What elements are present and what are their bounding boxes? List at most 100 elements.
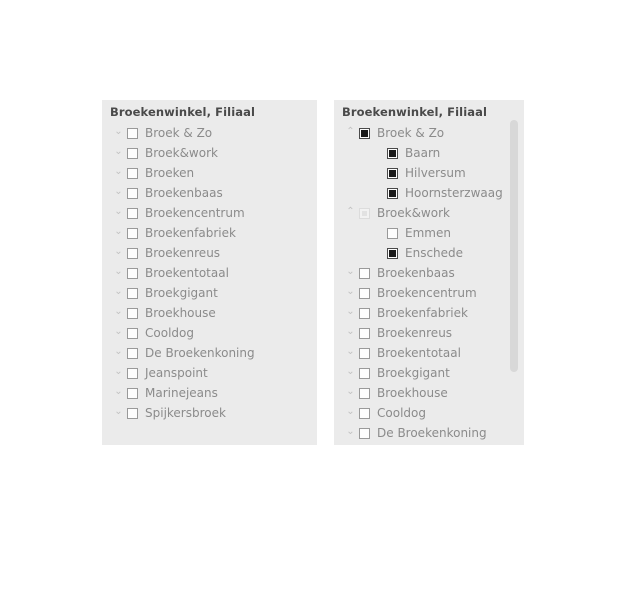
checkbox-de-broekenkoning[interactable] bbox=[127, 347, 138, 359]
checkbox-broek-and-zo[interactable] bbox=[359, 127, 370, 139]
checkbox-broekgigant[interactable] bbox=[359, 367, 370, 379]
checkbox-broekenreus[interactable] bbox=[359, 327, 370, 339]
checkbox-broekenfabriek[interactable] bbox=[127, 227, 138, 239]
chevron-down-icon[interactable]: ⌄ bbox=[110, 267, 127, 277]
tree-node-marinejeans[interactable]: ⌄ Marinejeans bbox=[102, 383, 317, 403]
vertical-scrollbar-track[interactable] bbox=[510, 120, 518, 420]
checkbox-broekhouse[interactable] bbox=[359, 387, 370, 399]
checkbox-jeanspoint[interactable] bbox=[127, 367, 138, 379]
checkbox-broekentotaal[interactable] bbox=[359, 347, 370, 359]
tree-node-broekenreus[interactable]: ⌄ Broekenreus bbox=[102, 243, 317, 263]
checkbox-cooldog[interactable] bbox=[359, 407, 370, 419]
tree-node-de-broekenkoning[interactable]: ⌄ De Broekenkoning bbox=[334, 423, 524, 443]
chevron-down-icon[interactable]: ⌄ bbox=[110, 387, 127, 397]
chevron-down-icon[interactable]: ⌄ bbox=[342, 427, 359, 437]
chevron-down-icon[interactable]: ⌄ bbox=[342, 347, 359, 357]
checkbox-enschede[interactable] bbox=[387, 247, 398, 259]
tree-node-broekenbaas[interactable]: ⌄ Broekenbaas bbox=[102, 183, 317, 203]
chevron-down-icon[interactable]: ⌄ bbox=[110, 127, 127, 137]
checkbox-broekhouse[interactable] bbox=[127, 307, 138, 319]
chevron-down-icon[interactable]: ⌄ bbox=[110, 327, 127, 337]
checkbox-spijkersbroek[interactable] bbox=[127, 407, 138, 419]
checkbox-broekencentrum[interactable] bbox=[127, 207, 138, 219]
tree-node-jeanspoint[interactable]: ⌄ Jeanspoint bbox=[102, 363, 317, 383]
tree-node-broekencentrum[interactable]: ⌄ Broekencentrum bbox=[334, 283, 524, 303]
tree-node-broekenfabriek[interactable]: ⌄ Broekenfabriek bbox=[334, 303, 524, 323]
chevron-down-icon[interactable]: ⌄ bbox=[110, 207, 127, 217]
tree-node-broekentotaal[interactable]: ⌄ Broekentotaal bbox=[334, 343, 524, 363]
checkbox-marinejeans[interactable] bbox=[127, 387, 138, 399]
tree-node-label: Broekentotaal bbox=[145, 266, 229, 280]
chevron-down-icon[interactable]: ⌄ bbox=[342, 327, 359, 337]
chevron-down-icon[interactable]: ⌄ bbox=[110, 367, 127, 377]
tree-node-hilversum[interactable]: Hilversum bbox=[334, 163, 524, 183]
tree-node-broekenbaas[interactable]: ⌄ Broekenbaas bbox=[334, 263, 524, 283]
tree-node-emmen[interactable]: Emmen bbox=[334, 223, 524, 243]
tree-node-label: Broekenreus bbox=[145, 246, 221, 260]
tree-node-enschede[interactable]: Enschede bbox=[334, 243, 524, 263]
tree-node-broeken[interactable]: ⌄ Broeken bbox=[102, 163, 317, 183]
tree-node-broekenreus[interactable]: ⌄ Broekenreus bbox=[334, 323, 524, 343]
tree-node-label: Broekencentrum bbox=[377, 286, 477, 300]
checkbox-broekencentrum[interactable] bbox=[359, 287, 370, 299]
checkbox-broekenbaas[interactable] bbox=[359, 267, 370, 279]
tree-node-broekhouse[interactable]: ⌄ Broekhouse bbox=[334, 383, 524, 403]
checkbox-broek-and-zo[interactable] bbox=[127, 127, 138, 139]
tree-node-broekenfabriek[interactable]: ⌄ Broekenfabriek bbox=[102, 223, 317, 243]
chevron-down-icon[interactable]: ⌄ bbox=[342, 307, 359, 317]
chevron-down-icon[interactable]: ⌄ bbox=[110, 347, 127, 357]
checkbox-broeken[interactable] bbox=[127, 167, 138, 179]
tree-node-cooldog[interactable]: ⌄ Cooldog bbox=[334, 403, 524, 423]
tree-node-broek-and-zo[interactable]: ⌄ Broek & Zo bbox=[102, 123, 317, 143]
chevron-down-icon[interactable]: ⌄ bbox=[342, 367, 359, 377]
checkbox-broekgigant[interactable] bbox=[127, 287, 138, 299]
tree-node-de-broekenkoning[interactable]: ⌄ De Broekenkoning bbox=[102, 343, 317, 363]
tree-node-broekandwork[interactable]: ⌃ Broek&work bbox=[334, 203, 524, 223]
tree-node-baarn[interactable]: Baarn bbox=[334, 143, 524, 163]
panel-header-expanded: Broekenwinkel, Filiaal bbox=[342, 105, 488, 119]
tree-node-broekgigant[interactable]: ⌄ Broekgigant bbox=[102, 283, 317, 303]
checkbox-hilversum[interactable] bbox=[387, 167, 398, 179]
checkbox-emmen[interactable] bbox=[387, 227, 398, 239]
chevron-down-icon[interactable]: ⌄ bbox=[342, 387, 359, 397]
tree-node-hoornsterzwaag[interactable]: Hoornsterzwaag bbox=[334, 183, 524, 203]
checkbox-broekenbaas[interactable] bbox=[127, 187, 138, 199]
tree-body-collapsed: ⌄ Broek & Zo ⌄ Broek&work ⌄ Broeken ⌄ Broekenba… bbox=[102, 123, 317, 423]
tree-node-label: Jeanspoint bbox=[145, 366, 208, 380]
tree-node-spijkersbroek[interactable]: ⌄ Spijkersbroek bbox=[102, 403, 317, 423]
tree-node-label: Broekentotaal bbox=[377, 346, 461, 360]
chevron-down-icon[interactable]: ⌄ bbox=[342, 267, 359, 277]
tree-node-broekandwork[interactable]: ⌄ Broek&work bbox=[102, 143, 317, 163]
vertical-scrollbar-thumb[interactable] bbox=[510, 120, 518, 372]
chevron-up-icon[interactable]: ⌃ bbox=[342, 127, 359, 137]
chevron-down-icon[interactable]: ⌄ bbox=[110, 147, 127, 157]
chevron-down-icon[interactable]: ⌄ bbox=[342, 287, 359, 297]
chevron-down-icon[interactable]: ⌄ bbox=[110, 227, 127, 237]
checkbox-cooldog[interactable] bbox=[127, 327, 138, 339]
chevron-down-icon[interactable]: ⌄ bbox=[110, 287, 127, 297]
checkbox-broekandwork[interactable] bbox=[127, 147, 138, 159]
chevron-down-icon[interactable]: ⌄ bbox=[110, 247, 127, 257]
checkbox-broekentotaal[interactable] bbox=[127, 267, 138, 279]
chevron-down-icon[interactable]: ⌄ bbox=[110, 407, 127, 417]
checkbox-broekenreus[interactable] bbox=[127, 247, 138, 259]
checkbox-baarn[interactable] bbox=[387, 147, 398, 159]
tree-node-label: Marinejeans bbox=[145, 386, 218, 400]
checkbox-de-broekenkoning[interactable] bbox=[359, 427, 370, 439]
chevron-down-icon[interactable]: ⌄ bbox=[110, 167, 127, 177]
tree-node-broekencentrum[interactable]: ⌄ Broekencentrum bbox=[102, 203, 317, 223]
checkbox-broekandwork[interactable] bbox=[359, 207, 370, 219]
checkbox-hoornsterzwaag[interactable] bbox=[387, 187, 398, 199]
tree-node-broekentotaal[interactable]: ⌄ Broekentotaal bbox=[102, 263, 317, 283]
tree-node-broekhouse[interactable]: ⌄ Broekhouse bbox=[102, 303, 317, 323]
tree-node-cooldog[interactable]: ⌄ Cooldog bbox=[102, 323, 317, 343]
tree-node-broek-and-zo[interactable]: ⌃ Broek & Zo bbox=[334, 123, 524, 143]
chevron-down-icon[interactable]: ⌄ bbox=[342, 407, 359, 417]
checkbox-broekenfabriek[interactable] bbox=[359, 307, 370, 319]
chevron-up-icon[interactable]: ⌃ bbox=[342, 207, 359, 217]
tree-node-broekgigant[interactable]: ⌄ Broekgigant bbox=[334, 363, 524, 383]
chevron-down-icon[interactable]: ⌄ bbox=[110, 307, 127, 317]
chevron-down-icon[interactable]: ⌄ bbox=[110, 187, 127, 197]
